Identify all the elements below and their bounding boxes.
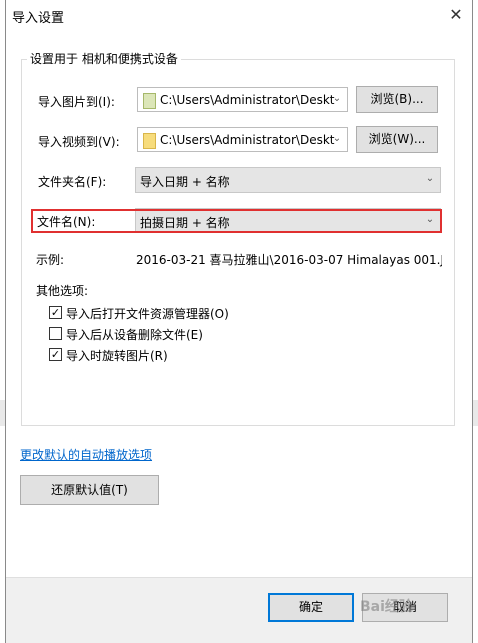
browse-pictures-button[interactable]: 浏览(B)...	[356, 86, 438, 113]
check-icon: ✓	[50, 306, 61, 319]
background-window-right	[473, 400, 478, 426]
import-pictures-label: 导入图片到(I):	[38, 95, 115, 109]
option-delete-after-import-label: 导入后从设备删除文件(E)	[66, 328, 203, 342]
folder-name-value: 导入日期 + 名称	[140, 175, 230, 189]
settings-groupbox	[21, 59, 455, 426]
dialog-title: 导入设置	[12, 11, 65, 26]
folder-icon	[143, 93, 156, 109]
highlight-box	[31, 209, 442, 233]
folder-name-select[interactable]: 导入日期 + 名称 ⌄	[135, 167, 441, 193]
check-icon: ✓	[50, 348, 61, 361]
ok-button[interactable]: 确定	[268, 593, 354, 622]
import-videos-path-combo[interactable]: C:\Users\Administrator\Deskt ⌄	[137, 127, 348, 152]
chevron-down-icon: ⌄	[332, 133, 342, 144]
checkbox-rotate-pictures[interactable]: ✓	[49, 348, 62, 361]
restore-defaults-button[interactable]: 还原默认值(T)	[20, 475, 159, 505]
folder-icon	[143, 133, 156, 149]
checkbox-delete-after-import[interactable]	[49, 327, 62, 340]
import-pictures-path-value: C:\Users\Administrator\Deskt	[160, 93, 335, 107]
option-rotate-pictures[interactable]: ✓ 导入时旋转图片(R)	[49, 347, 289, 363]
folder-name-label: 文件夹名(F):	[38, 175, 107, 189]
option-delete-after-import[interactable]: 导入后从设备删除文件(E)	[49, 326, 289, 342]
checkbox-open-explorer[interactable]: ✓	[49, 306, 62, 319]
option-open-explorer-label: 导入后打开文件资源管理器(O)	[66, 307, 229, 321]
option-open-explorer[interactable]: ✓ 导入后打开文件资源管理器(O)	[49, 305, 289, 321]
example-value: 2016-03-21 喜马拉雅山\2016-03-07 Himalayas 00…	[136, 253, 442, 267]
import-videos-label: 导入视频到(V):	[38, 135, 120, 149]
close-button[interactable]: ✕	[444, 4, 468, 26]
watermark-logo: Bai经验	[360, 599, 413, 615]
chevron-down-icon: ⌄	[425, 173, 435, 184]
browse-videos-button[interactable]: 浏览(W)...	[356, 126, 438, 153]
import-pictures-path-combo[interactable]: C:\Users\Administrator\Deskt ⌄	[137, 87, 348, 112]
chevron-down-icon: ⌄	[332, 93, 342, 104]
change-autoplay-link[interactable]: 更改默认的自动播放选项	[20, 446, 152, 463]
option-rotate-pictures-label: 导入时旋转图片(R)	[66, 349, 168, 363]
import-videos-path-value: C:\Users\Administrator\Deskt	[160, 133, 335, 147]
groupbox-title: 设置用于 相机和便携式设备	[27, 50, 181, 67]
other-options-label: 其他选项:	[36, 284, 89, 298]
close-icon: ✕	[449, 5, 463, 24]
example-label: 示例:	[36, 253, 65, 267]
